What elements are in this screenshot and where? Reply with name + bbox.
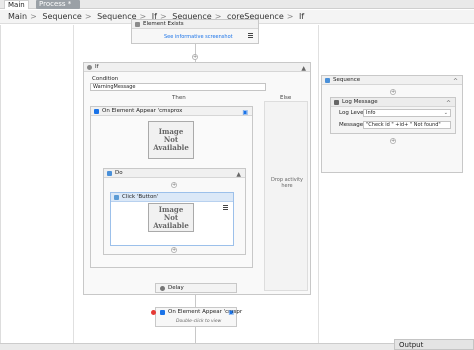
- do-title: Do: [115, 170, 123, 176]
- collapse-chevron-icon[interactable]: ▲: [236, 170, 241, 179]
- tab-process[interactable]: Process *: [36, 0, 80, 9]
- window-select-icon[interactable]: ▣: [242, 108, 248, 117]
- document-tab-strip: Main Process *: [0, 0, 474, 9]
- add-activity-plus-icon[interactable]: +: [192, 54, 198, 60]
- click-icon: [114, 195, 119, 200]
- breadcrumb-item-if-2[interactable]: If: [299, 12, 304, 21]
- add-activity-plus-icon[interactable]: +: [171, 182, 177, 188]
- log-level-select[interactable]: Info ⌄: [363, 109, 451, 117]
- add-activity-plus-icon[interactable]: +: [390, 89, 396, 95]
- log-message-header: Log Message ^: [331, 98, 455, 107]
- on-element-appear-header: On Element Appear 'cmsprox ▣: [91, 107, 252, 116]
- activity-icon: [135, 22, 140, 27]
- workflow-canvas[interactable]: Element Exists See informative screensho…: [0, 19, 474, 350]
- do-header: Do ▲: [104, 169, 245, 178]
- breadcrumb-item-main[interactable]: Main: [8, 12, 27, 21]
- image-not-available-screenshot: Image Not Available: [148, 203, 194, 232]
- else-drop-placeholder: Drop activity here: [270, 177, 304, 189]
- window-select-icon[interactable]: ▣: [228, 309, 234, 316]
- delay-title: Delay: [168, 285, 184, 291]
- double-click-hint: Double-click to view: [176, 319, 222, 324]
- breadcrumb-separator-icon: >: [286, 12, 294, 21]
- image-text-line-3: Available: [153, 220, 189, 230]
- breakpoint-icon[interactable]: [151, 310, 156, 315]
- window-icon: [94, 109, 99, 114]
- log-level-label: Log Level: [339, 110, 366, 116]
- breadcrumb-item-sequence[interactable]: Sequence: [42, 12, 81, 21]
- click-button-activity[interactable]: Click 'Button' Image Not Available: [110, 192, 234, 246]
- then-label: Then: [172, 95, 186, 101]
- image-text-line-3: Available: [153, 143, 189, 152]
- informative-screenshot-link[interactable]: See informative screenshot: [164, 34, 233, 40]
- collapse-chevron-icon[interactable]: ▲: [301, 64, 306, 73]
- sequence-title: Sequence: [333, 77, 361, 83]
- activity-menu-icon[interactable]: [223, 205, 228, 210]
- do-sequence[interactable]: Do ▲ + Click 'Button' Image Not Availabl…: [103, 168, 246, 255]
- sequence-activity[interactable]: Sequence ^ + Log Message ^ Log Level Inf…: [321, 75, 463, 173]
- click-button-header: Click 'Button': [111, 193, 233, 202]
- collapse-chevron-icon[interactable]: ^: [446, 99, 451, 108]
- log-message-title: Log Message: [342, 99, 378, 105]
- collapse-chevron-icon[interactable]: ^: [453, 77, 458, 86]
- if-title: If: [95, 64, 99, 70]
- message-label: Message: [339, 122, 364, 128]
- image-not-available-screenshot: Image Not Available: [148, 121, 194, 159]
- element-exists-header: Element Exists: [132, 20, 258, 29]
- add-activity-plus-icon[interactable]: +: [171, 247, 177, 253]
- output-panel-tab[interactable]: Output: [394, 339, 474, 350]
- if-icon: [87, 65, 92, 70]
- breadcrumb-separator-icon: >: [84, 12, 92, 21]
- dropdown-arrow-icon: ⌄: [443, 110, 448, 116]
- clock-icon: [160, 286, 165, 291]
- sequence-header: Sequence ^: [322, 76, 462, 85]
- condition-label: Condition: [92, 76, 119, 82]
- condition-input[interactable]: WarningMessage: [90, 83, 266, 91]
- tab-main[interactable]: Main: [4, 0, 29, 9]
- add-activity-plus-icon[interactable]: +: [390, 138, 396, 144]
- activity-menu-icon[interactable]: [248, 33, 253, 38]
- log-icon: [334, 100, 339, 105]
- message-input[interactable]: "Check id " +id+ " Not found": [363, 121, 451, 129]
- log-message-activity[interactable]: Log Message ^ Log Level Info ⌄ Message "…: [330, 97, 456, 134]
- element-exists-activity[interactable]: Element Exists See informative screensho…: [131, 19, 259, 44]
- window-icon: [160, 310, 165, 315]
- click-button-title: Click 'Button': [122, 194, 159, 200]
- on-element-appear-title: On Element Appear 'cmsprox: [102, 108, 183, 114]
- on-element-appear-2-activity[interactable]: On Element Appear 'cmspr ▣ Double-click …: [151, 307, 242, 327]
- else-drop-zone[interactable]: Drop activity here: [264, 101, 308, 291]
- sequence-icon: [107, 171, 112, 176]
- if-header: If ▲: [84, 63, 310, 72]
- delay-activity[interactable]: Delay: [155, 283, 237, 293]
- element-exists-title: Element Exists: [143, 21, 184, 27]
- on-element-appear-activity[interactable]: On Element Appear 'cmsprox ▣ Image Not A…: [90, 106, 253, 268]
- outer-sequence-right-border: [318, 25, 319, 345]
- if-activity[interactable]: If ▲ Condition WarningMessage Then Else …: [83, 62, 311, 295]
- log-level-value: Info: [366, 110, 376, 116]
- breadcrumb-separator-icon: >: [30, 12, 37, 21]
- sequence-icon: [325, 78, 330, 83]
- outer-sequence-left-border: [73, 25, 74, 345]
